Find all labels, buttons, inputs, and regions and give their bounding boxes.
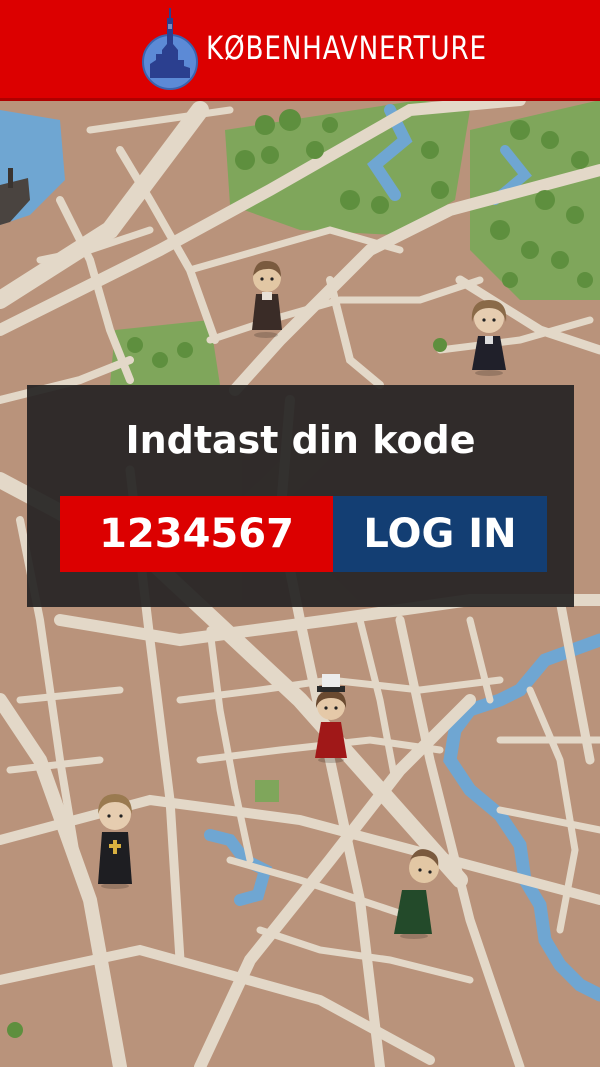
avatar-man-brown-coat[interactable]: [244, 256, 290, 338]
avatar-woman-dark-dress[interactable]: [462, 294, 516, 376]
login-button[interactable]: LOG IN: [333, 496, 547, 572]
code-input[interactable]: [60, 496, 333, 572]
avatar-man-green-coat[interactable]: [386, 844, 450, 940]
login-panel: Indtast din kode LOG IN: [27, 385, 574, 607]
app-header: KØBENHAVNERTURE: [0, 0, 600, 101]
avatar-priest-black-robe[interactable]: [88, 786, 142, 890]
copenhagen-tower-logo-icon[interactable]: [140, 4, 200, 90]
code-prompt: Indtast din kode: [125, 418, 476, 462]
app-brand-title: KØBENHAVNERTURE: [206, 29, 487, 67]
avatar-woman-red-dress-top-hat[interactable]: [305, 672, 357, 764]
